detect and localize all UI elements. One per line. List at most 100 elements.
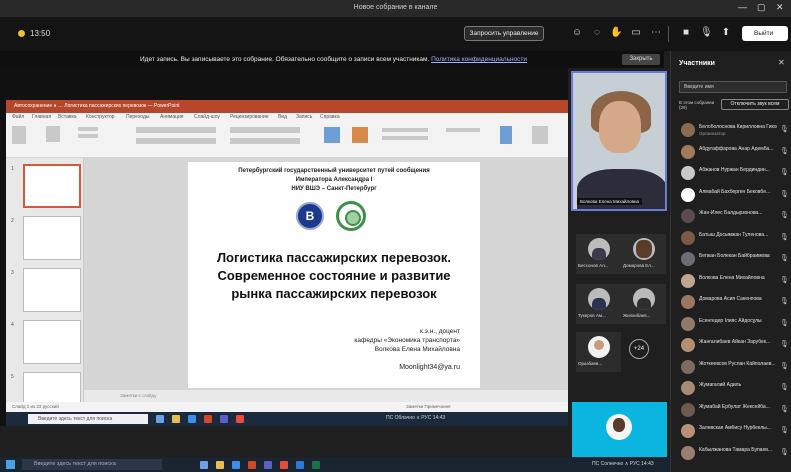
video-tile[interactable]: Оразбаев... [576,332,621,372]
participant-name: Белоболоснова Кирилловна Гикова... [699,124,777,130]
tab-review[interactable]: Рецензирование [230,114,269,120]
tab-insert[interactable]: Вставка [58,114,77,120]
maximize-button[interactable]: ▢ [757,2,766,13]
participant-row[interactable]: Волкова Елена Михайловна 🎙 [677,272,789,291]
paste-icon[interactable] [12,126,26,144]
close-window-button[interactable]: ✕ [776,2,784,13]
video-tile[interactable]: Тукеров Ам... [576,284,621,324]
participant-row[interactable]: Жумабай Ербулат Жексейба... 🎙 [677,401,789,420]
participant-row[interactable]: Домарова Асия Сакенпова 🎙 [677,293,789,312]
minimize-button[interactable]: — [738,2,747,12]
chrome-icon[interactable] [236,415,244,423]
presenter-video[interactable]: Волкова Елена Михайловна [571,71,667,211]
camera-icon[interactable]: ■ [680,27,692,39]
mic-icon[interactable]: 🎙 [700,27,713,39]
participant-row[interactable]: Жан-Илес Балдырзонова... 🎙 [677,207,789,226]
task-view-icon[interactable] [200,461,208,469]
share-icon[interactable]: ⬆ [720,27,732,39]
inner-search-input[interactable]: Введите здесь текст для поиска [28,414,148,424]
leave-button[interactable]: Выйти [742,26,788,41]
tab-home[interactable]: Главная [32,114,51,120]
shape-outline-icon[interactable] [382,136,428,140]
video-tile[interactable]: Бессонов Ал... [576,234,621,274]
slide-thumbnail[interactable] [23,164,81,208]
powerpoint-icon[interactable] [248,461,256,469]
participant-row[interactable]: Абжанов Нуржан Бердиндин... 🎙 [677,164,789,183]
close-panel-icon[interactable]: ✕ [778,58,785,67]
task-view-icon[interactable] [156,415,164,423]
participant-row[interactable]: Залевская Амбису Нурбеклы... 🎙 [677,422,789,441]
tab-record[interactable]: Запись [296,114,312,120]
teams-icon[interactable] [264,461,272,469]
participant-row[interactable]: Жумагалий Адиль 🎙 [677,379,789,398]
notes-placeholder: Заметки к слайду [120,393,157,398]
notes-pane[interactable]: Заметки к слайду [84,390,568,402]
explorer-icon[interactable] [216,461,224,469]
reset-icon[interactable] [78,134,98,138]
tab-file[interactable]: Файл [12,114,24,120]
participant-row[interactable]: Жоткеевсов Руслан Кайполаев... 🎙 [677,358,789,377]
tab-view[interactable]: Вид [278,114,287,120]
recording-icon [18,30,25,37]
participant-search-input[interactable]: Введите имя [679,81,787,93]
arrange-icon[interactable] [352,127,368,143]
designer-icon[interactable] [532,126,548,144]
avatar [588,336,610,358]
rooms-icon[interactable]: ▭ [630,27,642,39]
excel-icon[interactable] [312,461,320,469]
font-select[interactable] [136,127,216,133]
mute-all-button[interactable]: Отключить звук всем [721,99,789,110]
ppt-ribbon-tabs: Файл Главная Вставка Конструктор Переход… [6,113,568,122]
banner-close-button[interactable]: Закрыть [622,54,660,65]
chrome-icon[interactable] [280,461,288,469]
word-icon[interactable] [296,461,304,469]
video-tile[interactable]: Жилкибаев... [621,284,666,324]
find-icon[interactable] [446,128,480,132]
teams-icon[interactable] [220,415,228,423]
chat-icon[interactable]: ◌ [591,27,603,39]
participant-row[interactable]: Есенгедер Ілияс Айдосұлы 🎙 [677,315,789,334]
participant-name: Батыш Досымжан Туленова... [699,231,769,238]
participant-row[interactable]: Абдугаффарова Анар Адемба... 🎙 [677,143,789,162]
edge-icon[interactable] [232,461,240,469]
layout-icon[interactable] [78,127,98,131]
privacy-link[interactable]: Политика конфиденциальности [431,56,527,63]
new-slide-icon[interactable] [46,126,60,142]
dictate-icon[interactable] [500,126,512,144]
more-participants-button[interactable]: +24 [629,339,649,359]
participant-row[interactable]: Бегжан Болекан Байбраимова 🎙 [677,250,789,269]
recording-banner-text: Идет запись. Вы записываете это собрание… [140,56,527,63]
status-notes[interactable]: Заметки Примечания [406,404,450,409]
tab-help[interactable]: Справка [320,114,340,120]
participant-row[interactable]: Алмабай Бахберген Бековбе... 🎙 [677,186,789,205]
tab-design[interactable]: Конструктор [86,114,115,120]
participant-row[interactable]: Белоболоснова Кирилловна Гикова...Органи… [677,121,789,140]
participant-row[interactable]: Кабылжанова Тамара Бупаев... 🎙 [677,444,789,463]
mic-off-icon: 🎙 [780,362,789,370]
edge-icon[interactable] [188,415,196,423]
powerpoint-icon[interactable] [204,415,212,423]
raise-hand-icon[interactable]: ✋ [610,27,622,39]
shape-fill-icon[interactable] [382,128,428,132]
start-icon[interactable] [6,460,15,469]
tab-transitions[interactable]: Переходы [126,114,149,120]
avatar [681,295,695,309]
participants-title: Участники [679,60,715,67]
tab-animation[interactable]: Анимация [160,114,183,120]
slide-thumbnail[interactable] [23,216,81,260]
system-tray: ПС Солнечно ∧ РУС 14:43 [592,461,654,467]
more-icon[interactable]: ⋯ [650,27,662,39]
video-tile[interactable]: Домарова Ел... [621,234,666,274]
avatar [681,381,695,395]
participant-row[interactable]: Батыш Досымжан Туленова... 🎙 [677,229,789,248]
taskbar-search-input[interactable]: Введите здесь текст для поиска [22,459,162,470]
request-control-button[interactable]: Запросить управление [464,26,544,41]
people-icon[interactable]: ☺ [571,27,583,39]
explorer-icon[interactable] [172,415,180,423]
slide-thumbnail[interactable] [23,320,81,364]
tab-slideshow[interactable]: Слайд-шоу [194,114,220,120]
participant-row[interactable]: Жангалибаев Айкан Зарубек... 🎙 [677,336,789,355]
slide-thumbnail[interactable] [23,268,81,312]
avatar [681,338,695,352]
shapes-icon[interactable] [324,127,340,143]
